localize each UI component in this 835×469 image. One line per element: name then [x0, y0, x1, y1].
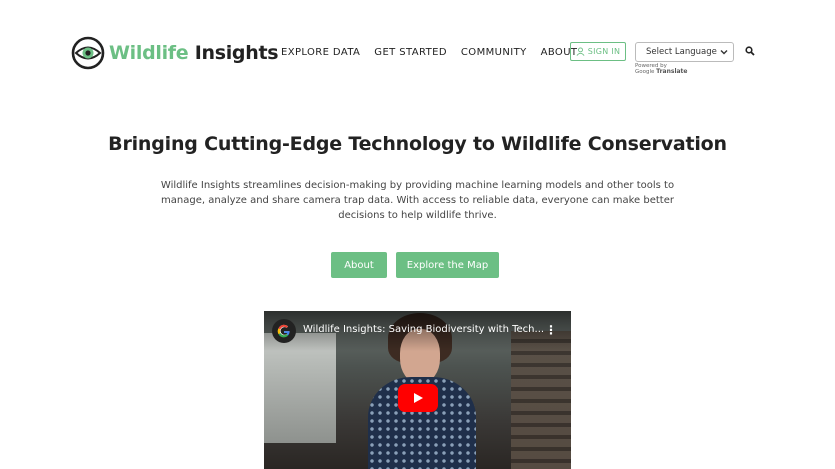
- nav-get-started[interactable]: GET STARTED: [374, 47, 447, 58]
- explore-map-button[interactable]: Explore the Map: [396, 252, 499, 278]
- hero-title: Bringing Cutting-Edge Technology to Wild…: [108, 133, 727, 155]
- chevron-down-icon: [720, 50, 728, 55]
- google-g-icon: [277, 324, 290, 338]
- language-select[interactable]: Select Language: [635, 42, 734, 62]
- search-icon[interactable]: [745, 46, 755, 56]
- nav-explore-data[interactable]: EXPLORE DATA: [281, 47, 360, 58]
- video-title[interactable]: Wildlife Insights: Saving Biodiversity w…: [303, 324, 544, 335]
- nav-community[interactable]: COMMUNITY: [461, 47, 527, 58]
- language-select-value: Select Language: [646, 47, 717, 57]
- translate-label: Translate: [656, 68, 688, 75]
- about-button[interactable]: About: [331, 252, 387, 278]
- logo-word-wildlife: Wildlife: [109, 42, 189, 64]
- site-header: Wildlife Insights EXPLORE DATA GET START…: [0, 0, 835, 95]
- kebab-menu-icon[interactable]: ⋮: [545, 323, 557, 337]
- video-background-shelf: [511, 331, 571, 469]
- video-player[interactable]: Wildlife Insights: Saving Biodiversity w…: [264, 311, 571, 469]
- play-button[interactable]: [398, 384, 438, 412]
- play-icon: [414, 393, 423, 403]
- channel-avatar[interactable]: [272, 319, 296, 343]
- site-logo[interactable]: Wildlife Insights: [71, 36, 279, 70]
- google-label: Google: [635, 69, 655, 75]
- sign-in-button[interactable]: SIGN IN: [570, 42, 626, 61]
- user-icon: [576, 47, 585, 56]
- logo-eye-icon: [71, 36, 105, 70]
- logo-word-insights: Insights: [194, 42, 279, 64]
- main-nav: EXPLORE DATA GET STARTED COMMUNITY ABOUT: [281, 47, 591, 58]
- sign-in-label: SIGN IN: [587, 47, 621, 56]
- powered-by-google-translate[interactable]: Powered by Google Translate: [635, 63, 687, 75]
- hero-description: Wildlife Insights streamlines decision-m…: [160, 180, 675, 221]
